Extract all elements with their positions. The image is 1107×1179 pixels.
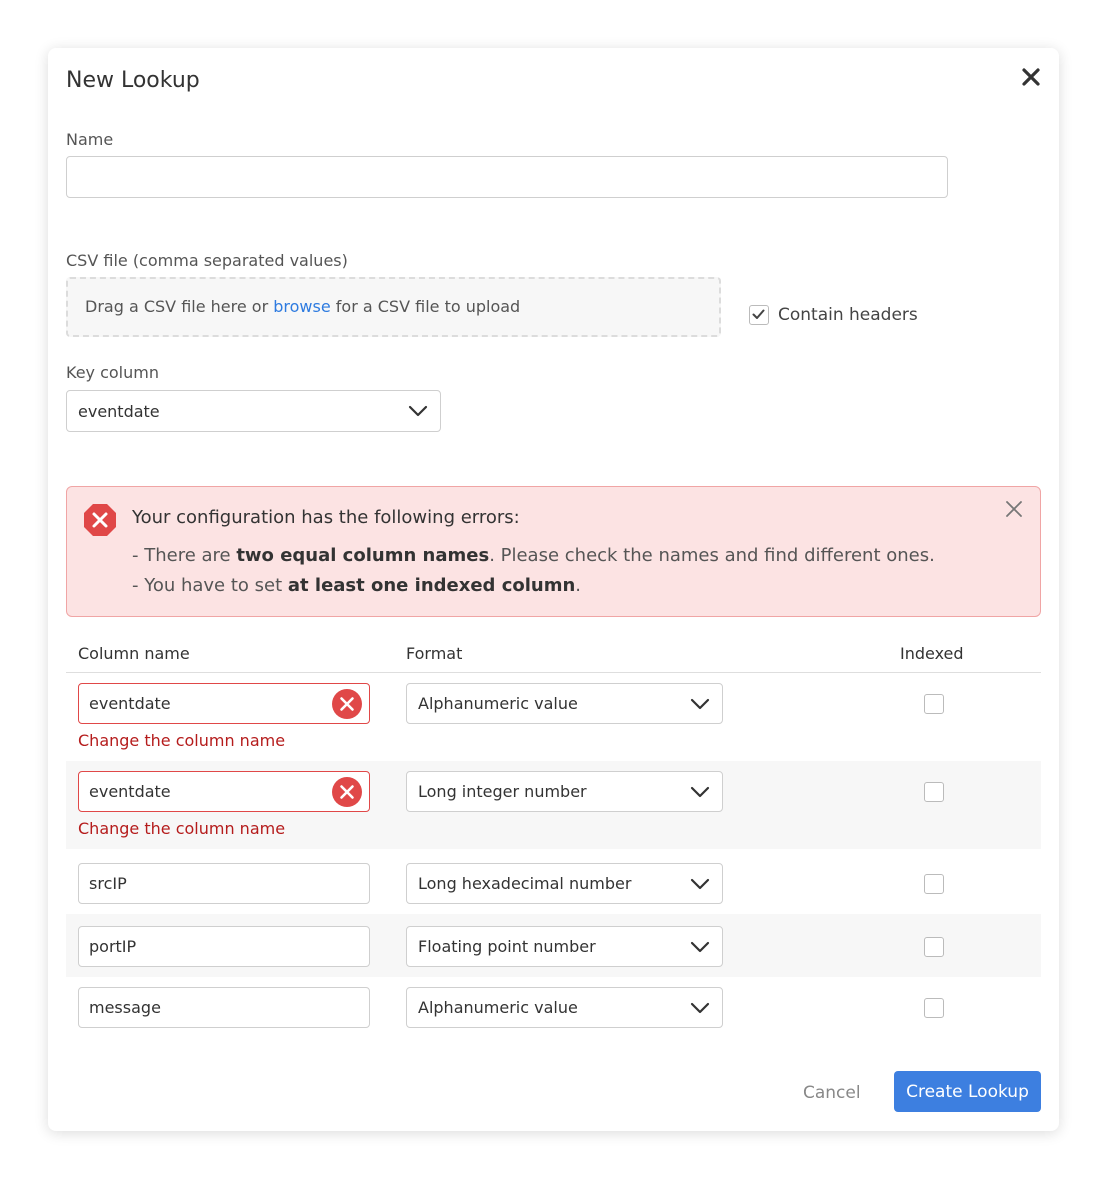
indexed-header: Indexed xyxy=(900,644,964,663)
chevron-down-icon xyxy=(408,405,428,417)
key-column-select[interactable]: eventdate xyxy=(66,390,441,432)
indexed-checkbox[interactable] xyxy=(924,694,944,714)
column-name-input[interactable] xyxy=(78,683,370,724)
csv-dropzone[interactable]: Drag a CSV file here or browse for a CSV… xyxy=(66,277,721,337)
format-value: Alphanumeric value xyxy=(418,694,578,713)
column-name-error: Change the column name xyxy=(78,819,286,838)
format-header: Format xyxy=(406,644,463,663)
dialog-title: New Lookup xyxy=(66,68,200,93)
format-select[interactable]: Alphanumeric value xyxy=(406,683,723,724)
error-alert: Your configuration has the following err… xyxy=(66,486,1041,617)
close-icon[interactable] xyxy=(1016,62,1046,92)
column-name-input[interactable] xyxy=(78,863,370,904)
format-value: Floating point number xyxy=(418,937,596,956)
error-title: Your configuration has the following err… xyxy=(132,507,520,528)
chevron-down-icon xyxy=(690,786,710,797)
dropzone-text-prefix: Drag a CSV file here or xyxy=(85,297,274,316)
contain-headers-label: Contain headers xyxy=(778,305,918,325)
dismiss-error-icon[interactable] xyxy=(1004,499,1024,519)
format-value: Long hexadecimal number xyxy=(418,874,632,893)
chevron-down-icon xyxy=(690,698,710,709)
column-name-input[interactable] xyxy=(78,771,370,812)
key-column-label: Key column xyxy=(66,363,159,382)
chevron-down-icon xyxy=(690,941,710,952)
error-line-1: - There are two equal column names. Plea… xyxy=(132,545,935,566)
new-lookup-dialog: New Lookup Name CSV file (comma separate… xyxy=(48,48,1059,1131)
format-value: Alphanumeric value xyxy=(418,998,578,1017)
indexed-checkbox[interactable] xyxy=(924,937,944,957)
column-name-input[interactable] xyxy=(78,987,370,1028)
indexed-checkbox[interactable] xyxy=(924,782,944,802)
csv-file-label: CSV file (comma separated values) xyxy=(66,251,348,270)
column-name-input[interactable] xyxy=(78,926,370,967)
name-input[interactable] xyxy=(66,156,948,198)
error-icon xyxy=(84,504,116,536)
clear-error-icon[interactable] xyxy=(332,689,362,719)
clear-error-icon[interactable] xyxy=(332,777,362,807)
chevron-down-icon xyxy=(690,1002,710,1013)
column-name-error: Change the column name xyxy=(78,731,286,750)
name-label: Name xyxy=(66,130,114,149)
browse-link[interactable]: browse xyxy=(273,297,330,316)
column-name-header: Column name xyxy=(78,644,190,663)
indexed-checkbox[interactable] xyxy=(924,998,944,1018)
contain-headers-checkbox[interactable] xyxy=(749,305,769,325)
cancel-button[interactable]: Cancel xyxy=(803,1083,861,1103)
format-select[interactable]: Long integer number xyxy=(406,771,723,812)
chevron-down-icon xyxy=(690,878,710,889)
format-value: Long integer number xyxy=(418,782,587,801)
dropzone-text-suffix: for a CSV file to upload xyxy=(330,297,521,316)
check-icon xyxy=(752,309,765,319)
format-select[interactable]: Floating point number xyxy=(406,926,723,967)
indexed-checkbox[interactable] xyxy=(924,874,944,894)
create-lookup-button[interactable]: Create Lookup xyxy=(894,1071,1041,1112)
error-line-2: - You have to set at least one indexed c… xyxy=(132,575,582,596)
key-column-value: eventdate xyxy=(78,401,160,421)
table-header-divider xyxy=(66,672,1041,673)
format-select[interactable]: Alphanumeric value xyxy=(406,987,723,1028)
format-select[interactable]: Long hexadecimal number xyxy=(406,863,723,904)
